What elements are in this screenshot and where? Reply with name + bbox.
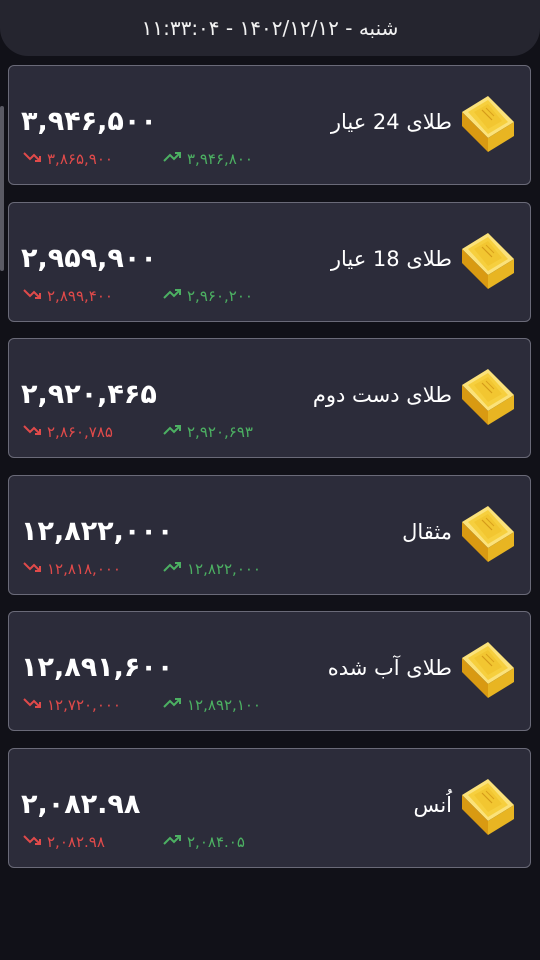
item-price: ۳,۹۴۶,۵۰۰ xyxy=(21,106,157,137)
price-card[interactable]: طلای 18 عیار ۲,۹۵۹,۹۰۰ ۲,۸۹۹,۴۰۰ ۲,۹۶۰,۲… xyxy=(8,201,531,322)
high-price: ۱۲,۸۲۲,۰۰۰ xyxy=(163,560,261,578)
high-price: ۲,۹۶۰,۲۰۰ xyxy=(163,287,253,305)
trend-up-icon xyxy=(163,696,187,714)
trend-down-icon xyxy=(23,560,47,578)
trend-up-icon xyxy=(163,423,187,441)
high-price: ۳,۹۴۶,۸۰۰ xyxy=(163,150,253,168)
gold-bar-icon xyxy=(458,92,518,156)
trend-down-icon xyxy=(23,150,47,168)
item-name: طلای 18 عیار xyxy=(330,246,452,271)
price-changes: ۱۲,۷۲۰,۰۰۰ ۱۲,۸۹۲,۱۰۰ xyxy=(23,694,261,716)
trend-up-icon xyxy=(163,287,187,305)
price-changes: ۲,۸۶۰,۷۸۵ ۲,۹۲۰,۶۹۳ xyxy=(23,421,253,443)
low-price: ۲,۰۸۲.۹۸ xyxy=(23,833,163,851)
price-changes: ۲,۰۸۲.۹۸ ۲,۰۸۴.۰۵ xyxy=(23,831,245,853)
low-price: ۲,۸۹۹,۴۰۰ xyxy=(23,287,163,305)
gold-bar-icon xyxy=(458,229,518,293)
item-name: طلای 24 عیار xyxy=(330,110,452,134)
item-name: طلای آب شده xyxy=(327,656,452,680)
item-name: مثقال xyxy=(402,519,452,544)
date-header: شنبه - ۱۴۰۲/۱۲/۱۲ - ۱۱:۳۳:۰۴ xyxy=(0,0,540,56)
gold-bar-icon xyxy=(458,638,518,702)
trend-down-icon xyxy=(23,287,47,305)
high-value: ۲,۰۸۴.۰۵ xyxy=(187,832,245,851)
high-value: ۱۲,۸۲۲,۰۰۰ xyxy=(187,559,261,578)
price-card[interactable]: مثقال ۱۲,۸۲۲,۰۰۰ ۱۲,۸۱۸,۰۰۰ ۱۲,۸۲۲,۰۰۰ xyxy=(8,474,531,595)
price-changes: ۱۲,۸۱۸,۰۰۰ ۱۲,۸۲۲,۰۰۰ xyxy=(23,558,261,580)
trend-down-icon xyxy=(23,696,47,714)
low-price: ۳,۸۶۵,۹۰۰ xyxy=(23,150,163,168)
trend-up-icon xyxy=(163,150,187,168)
trend-down-icon xyxy=(23,833,47,851)
trend-up-icon xyxy=(163,833,187,851)
price-card[interactable]: طلای 24 عیار ۳,۹۴۶,۵۰۰ ۳,۸۶۵,۹۰۰ ۳,۹۴۶,۸… xyxy=(8,65,531,185)
item-price: ۲,۹۲۰,۴۶۵ xyxy=(21,379,157,410)
item-price: ۱۲,۸۲۲,۰۰۰ xyxy=(21,515,174,547)
high-value: ۲,۹۶۰,۲۰۰ xyxy=(187,286,253,305)
item-price: ۲,۹۵۹,۹۰۰ xyxy=(21,242,157,274)
trend-down-icon xyxy=(23,423,47,441)
low-value: ۲,۸۹۹,۴۰۰ xyxy=(47,286,113,305)
high-price: ۲,۹۲۰,۶۹۳ xyxy=(163,423,253,441)
scroll-indicator[interactable] xyxy=(0,106,4,271)
gold-bar-icon xyxy=(458,365,518,429)
price-card[interactable]: طلای آب شده ۱۲,۸۹۱,۶۰۰ ۱۲,۷۲۰,۰۰۰ ۱۲,۸۹۲… xyxy=(8,611,531,731)
item-price: ۲,۰۸۲.۹۸ xyxy=(21,788,141,820)
price-changes: ۳,۸۶۵,۹۰۰ ۳,۹۴۶,۸۰۰ xyxy=(23,148,253,170)
low-value: ۳,۸۶۵,۹۰۰ xyxy=(47,150,113,168)
gold-bar-icon xyxy=(458,502,518,566)
trend-up-icon xyxy=(163,560,187,578)
item-name: اُنس xyxy=(413,792,452,817)
price-list: طلای 24 عیار ۳,۹۴۶,۵۰۰ ۳,۸۶۵,۹۰۰ ۳,۹۴۶,۸… xyxy=(8,65,531,884)
high-value: ۲,۹۲۰,۶۹۳ xyxy=(187,423,253,441)
low-price: ۱۲,۷۲۰,۰۰۰ xyxy=(23,696,163,714)
price-card[interactable]: طلای دست دوم ۲,۹۲۰,۴۶۵ ۲,۸۶۰,۷۸۵ ۲,۹۲۰,۶… xyxy=(8,338,531,458)
low-price: ۲,۸۶۰,۷۸۵ xyxy=(23,423,163,441)
high-value: ۳,۹۴۶,۸۰۰ xyxy=(187,150,253,168)
low-value: ۱۲,۷۲۰,۰۰۰ xyxy=(47,696,121,714)
low-value: ۲,۸۶۰,۷۸۵ xyxy=(47,423,113,441)
low-value: ۱۲,۸۱۸,۰۰۰ xyxy=(47,559,121,578)
price-changes: ۲,۸۹۹,۴۰۰ ۲,۹۶۰,۲۰۰ xyxy=(23,285,253,307)
item-name: طلای دست دوم xyxy=(312,383,452,407)
low-price: ۱۲,۸۱۸,۰۰۰ xyxy=(23,560,163,578)
low-value: ۲,۰۸۲.۹۸ xyxy=(47,832,105,851)
high-value: ۱۲,۸۹۲,۱۰۰ xyxy=(187,696,261,714)
high-price: ۱۲,۸۹۲,۱۰۰ xyxy=(163,696,261,714)
price-card[interactable]: اُنس ۲,۰۸۲.۹۸ ۲,۰۸۲.۹۸ ۲,۰۸۴.۰۵ xyxy=(8,747,531,868)
high-price: ۲,۰۸۴.۰۵ xyxy=(163,833,245,851)
datetime-text: شنبه - ۱۴۰۲/۱۲/۱۲ - ۱۱:۳۳:۰۴ xyxy=(141,16,399,40)
gold-bar-icon xyxy=(458,775,518,839)
item-price: ۱۲,۸۹۱,۶۰۰ xyxy=(21,652,174,683)
